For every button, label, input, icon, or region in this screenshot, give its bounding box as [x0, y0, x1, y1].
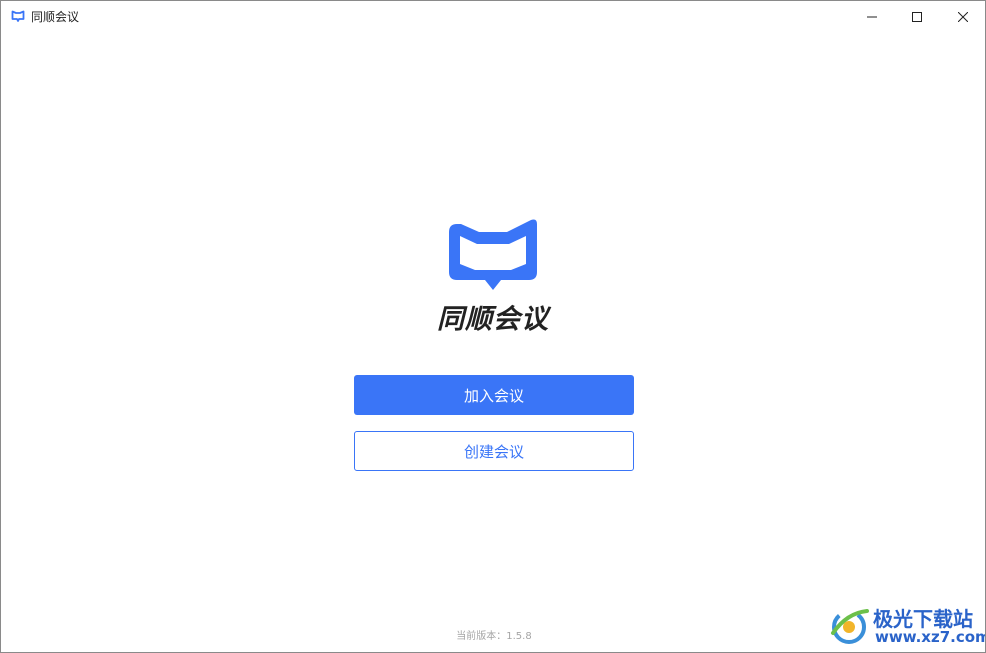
version-label: 当前版本：1.5.8 — [456, 631, 532, 642]
create-meeting-button[interactable]: 创建会议 — [354, 431, 634, 471]
maximize-icon — [912, 11, 922, 22]
app-logo-icon — [11, 10, 25, 22]
join-meeting-button[interactable]: 加入会议 — [354, 375, 634, 415]
app-window: 同顺会议 同顺会议 加入会议 创建会议 当前版本：1.5.8 极光下载站 www… — [0, 0, 986, 653]
brand-logo-icon — [449, 219, 537, 290]
close-icon — [958, 11, 968, 22]
minimize-button[interactable] — [849, 1, 895, 32]
watermark-url: www.xz7.com — [875, 628, 986, 646]
maximize-button[interactable] — [894, 1, 940, 32]
title-bar[interactable]: 同顺会议 — [1, 1, 985, 33]
watermark: 极光下载站 www.xz7.com — [827, 601, 985, 649]
window-title: 同顺会议 — [31, 10, 80, 24]
close-button[interactable] — [940, 1, 985, 32]
brand-name: 同顺会议 — [437, 304, 549, 335]
watermark-logo-icon — [831, 609, 869, 644]
minimize-icon — [867, 16, 877, 17]
